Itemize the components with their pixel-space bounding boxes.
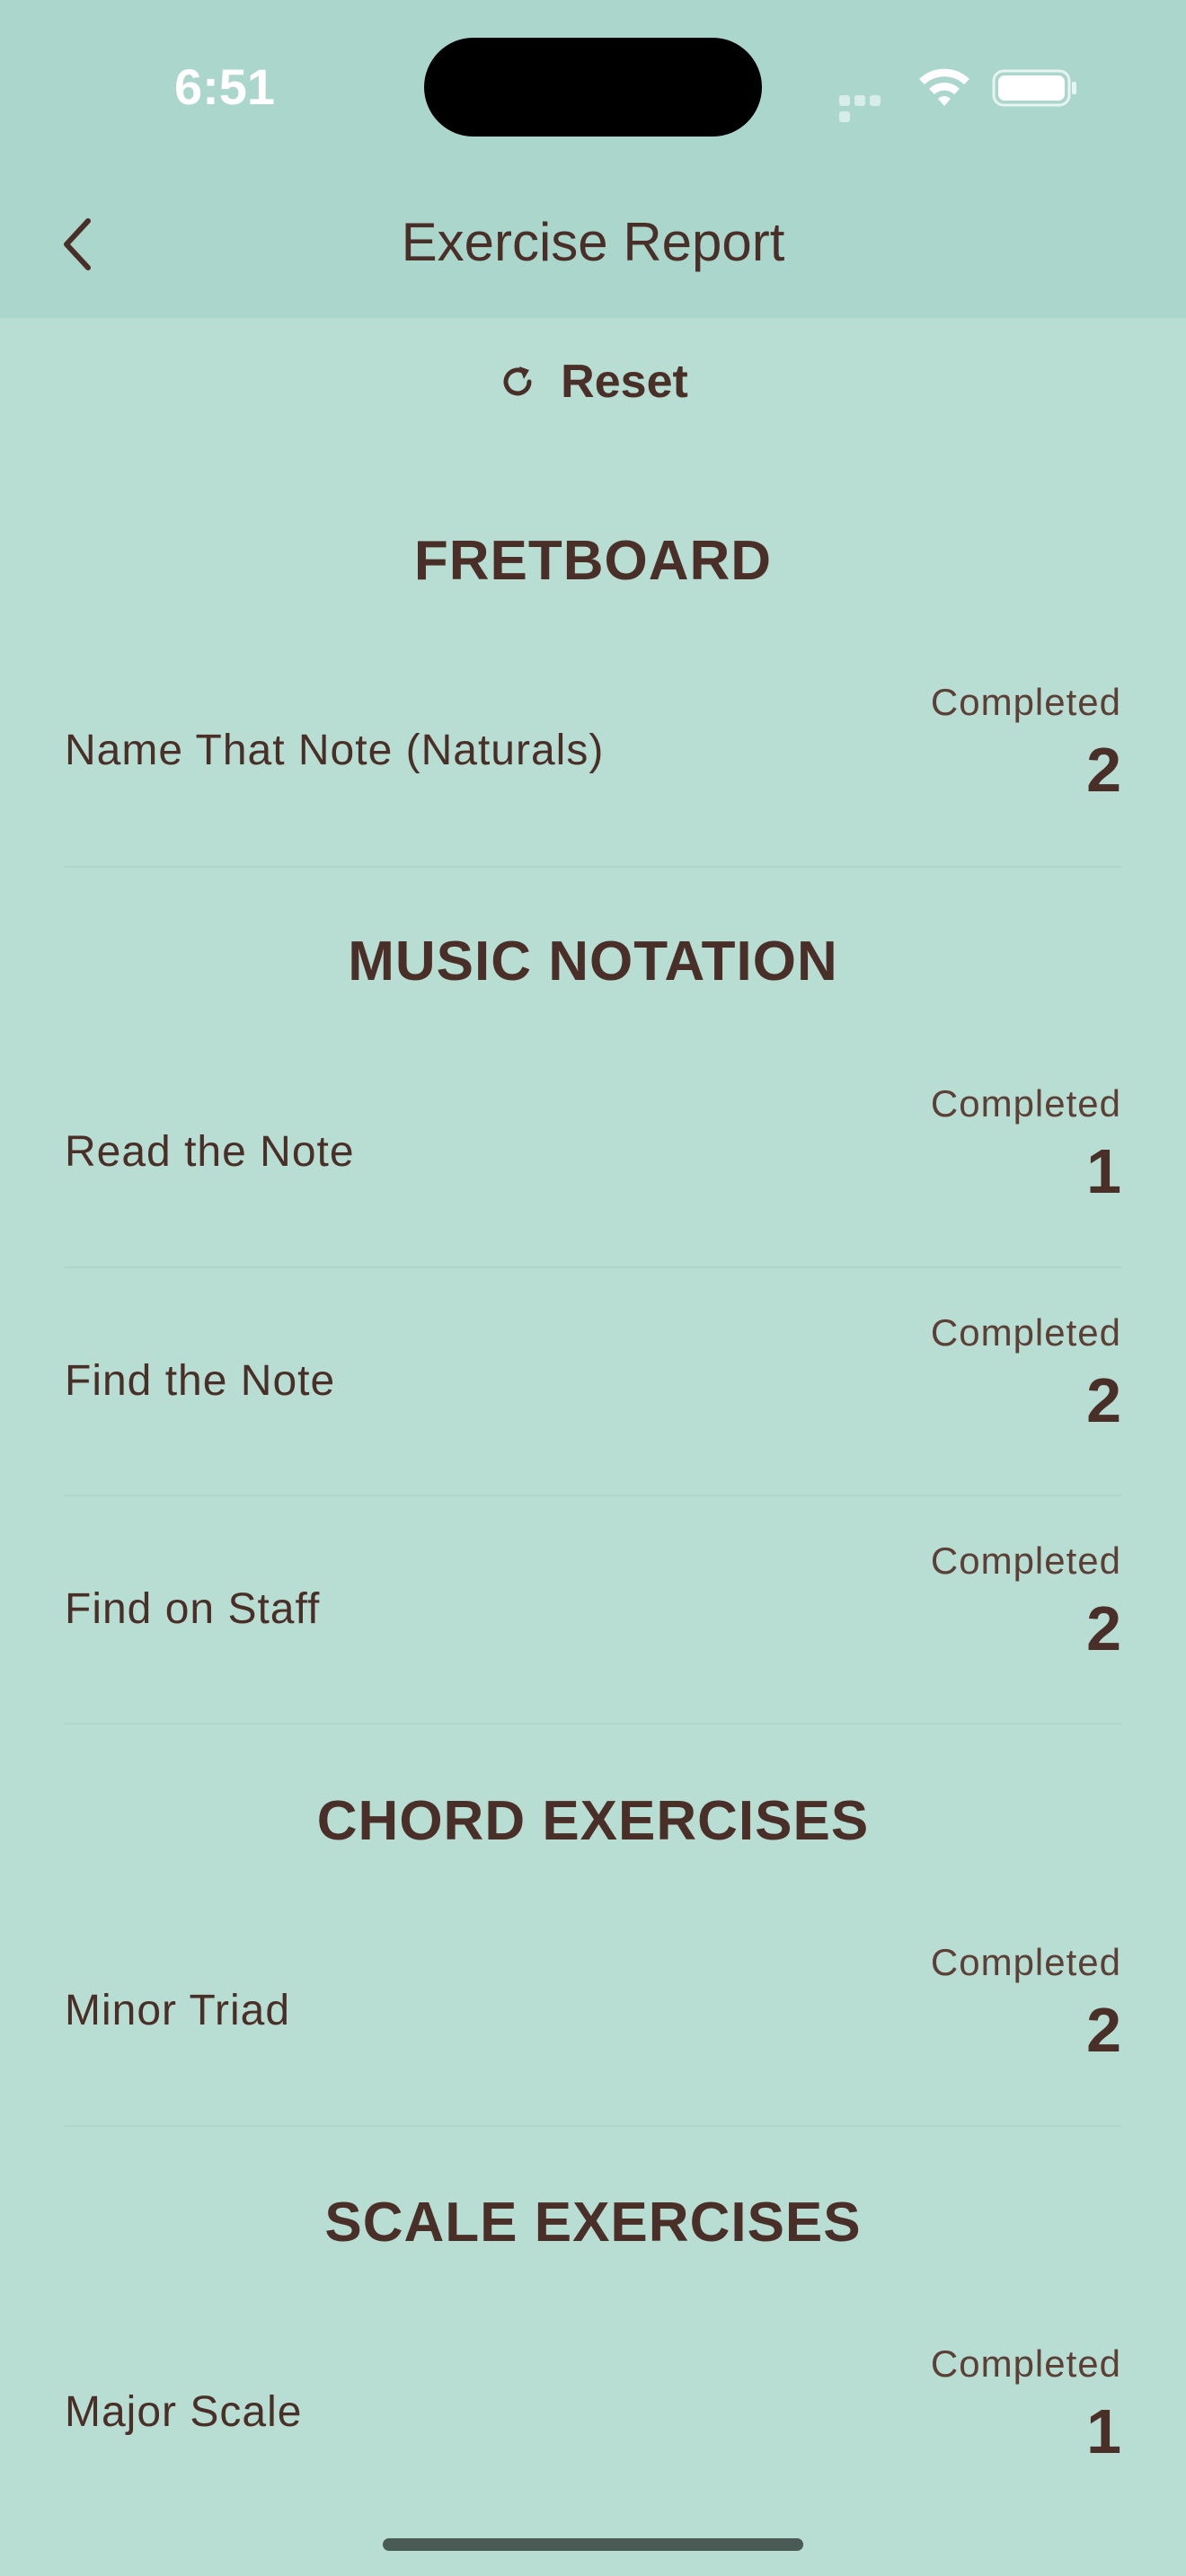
- completed-count: 1: [1086, 2396, 1121, 2466]
- reset-label: Reset: [561, 356, 688, 408]
- home-indicator[interactable]: [383, 2538, 803, 2551]
- wifi-icon: [919, 68, 969, 106]
- status-time: 6:51: [173, 58, 276, 115]
- completed-count: 1: [1086, 1136, 1121, 1206]
- list-item[interactable]: Find on Staff Completed 2: [0, 1511, 1186, 1708]
- exercise-name: Find on Staff: [65, 1585, 321, 1633]
- back-button[interactable]: [45, 208, 110, 280]
- divider: [65, 1723, 1121, 1725]
- list-item[interactable]: Name That Note (Naturals) Completed 2: [0, 652, 1186, 850]
- exercise-name: Major Scale: [65, 2388, 303, 2436]
- exercise-name: Read the Note: [65, 1128, 355, 1176]
- completed-caption: Completed: [930, 1941, 1121, 1983]
- battery-icon: [992, 69, 1076, 107]
- completed-caption: Completed: [930, 1539, 1121, 1582]
- exercise-name: Minor Triad: [65, 1987, 291, 2034]
- completed-count: 2: [1086, 1365, 1121, 1435]
- page-title: Exercise Report: [401, 212, 785, 272]
- chevron-left-icon: [64, 218, 91, 270]
- completed-count: 2: [1086, 1995, 1121, 2065]
- list-item[interactable]: Minor Triad Completed 2: [0, 1912, 1186, 2110]
- refresh-icon: [503, 366, 532, 396]
- exercise-name: Name That Note (Naturals): [65, 727, 605, 774]
- divider: [65, 2125, 1121, 2127]
- completed-caption: Completed: [930, 1082, 1121, 1125]
- list-item[interactable]: Read the Note Completed 1: [0, 1054, 1186, 1251]
- divider: [65, 1266, 1121, 1268]
- exercise-name: Find the Note: [65, 1357, 336, 1405]
- section-title-scale-exercises: SCALE EXERCISES: [324, 2192, 862, 2254]
- reset-button[interactable]: Reset: [467, 346, 719, 418]
- list-item[interactable]: Major Scale Completed 1: [0, 2314, 1186, 2511]
- completed-count: 2: [1086, 1593, 1121, 1663]
- completed-caption: Completed: [930, 2342, 1121, 2385]
- cellular-signal-icon: [839, 94, 898, 122]
- divider: [65, 1495, 1121, 1496]
- section-title-fretboard: FRETBOARD: [413, 530, 773, 592]
- section-title-chord-exercises: CHORD EXERCISES: [316, 1790, 870, 1852]
- completed-caption: Completed: [930, 681, 1121, 723]
- status-bar: 6:51: [0, 0, 1186, 180]
- dynamic-island: [424, 38, 762, 137]
- completed-count: 2: [1086, 735, 1121, 805]
- divider: [65, 866, 1121, 868]
- section-title-music-notation: MUSIC NOTATION: [348, 931, 838, 992]
- completed-caption: Completed: [930, 1311, 1121, 1354]
- list-item[interactable]: Find the Note Completed 2: [0, 1283, 1186, 1480]
